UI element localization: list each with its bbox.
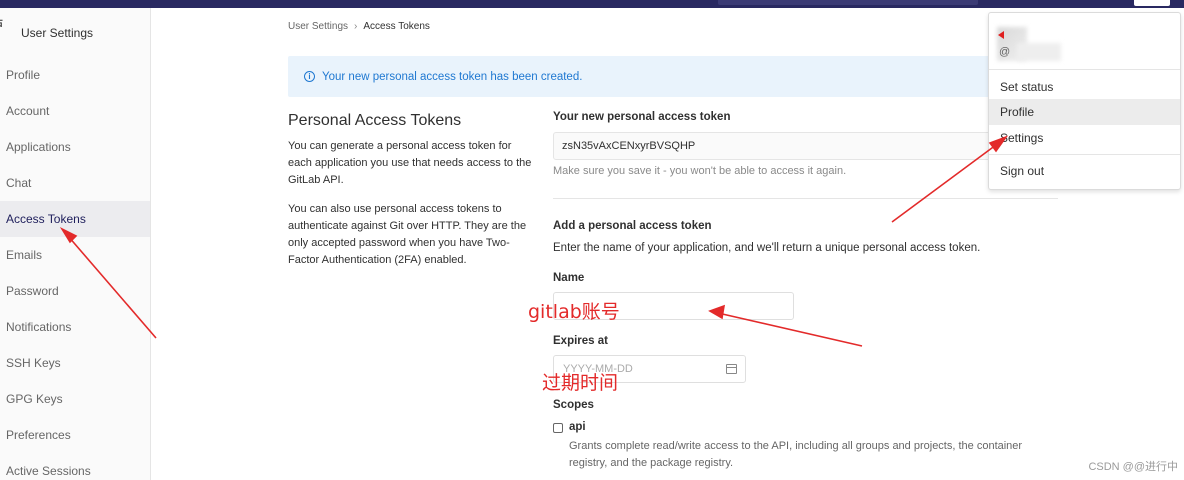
arrow-to-access-tokens: [67, 235, 157, 339]
arrowhead: [988, 135, 1009, 153]
arrow-to-name-input: [717, 312, 863, 347]
annotation-expires-note: 过期时间: [542, 372, 619, 394]
arrow-to-settings: [891, 141, 1001, 223]
arrowhead: [708, 304, 726, 320]
annotation-arrows: [59, 135, 1009, 347]
annotation-name-note: gitlab账号: [528, 301, 620, 323]
watermark: CSDN @@进行中: [1088, 461, 1178, 473]
arrowhead: [59, 227, 78, 244]
